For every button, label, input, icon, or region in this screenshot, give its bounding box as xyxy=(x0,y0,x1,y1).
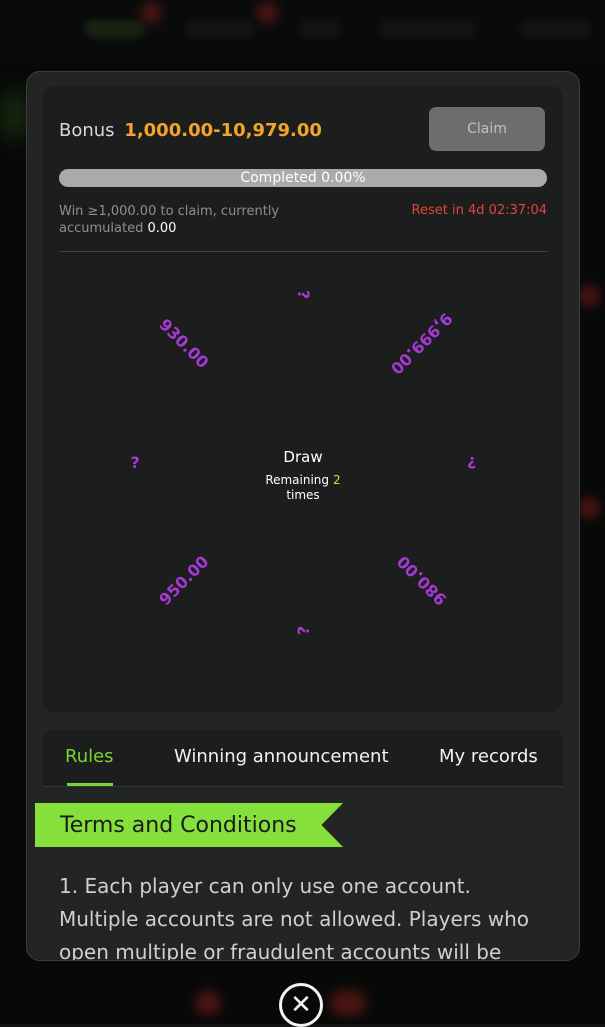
wheel-segment: 980.00 xyxy=(393,552,451,610)
accumulated-amount: 0.00 xyxy=(147,221,177,236)
bonus-label: Bonus xyxy=(59,120,115,141)
tab-rules[interactable]: Rules xyxy=(65,746,114,767)
remaining-label: Remaining xyxy=(265,473,330,487)
wheel-segment: ? xyxy=(130,452,140,472)
progress-bar: Completed 0.00% xyxy=(59,169,547,187)
terms-banner: Terms and Conditions xyxy=(35,803,343,847)
claim-button[interactable]: Claim xyxy=(429,107,545,151)
close-icon[interactable]: ✕ xyxy=(279,983,323,1027)
info-section: Rules Winning announcement My records Te… xyxy=(35,730,563,961)
wheel-segment: ? xyxy=(293,625,313,635)
progress-text: Completed 0.00% xyxy=(240,170,366,186)
wheel-segment: ? xyxy=(466,452,476,472)
remaining-draws: Remaining 2 times xyxy=(43,473,563,503)
tab-winning-announcement[interactable]: Winning announcement xyxy=(174,746,389,767)
wheel-segment: ? xyxy=(293,289,313,299)
remaining-unit: times xyxy=(286,488,320,502)
prize-wheel[interactable]: Draw Remaining 2 times ? 9,999.00? 980.00? 9… xyxy=(43,252,563,682)
wheel-segment: 950.00 xyxy=(155,552,213,610)
draw-title: Draw xyxy=(283,448,323,466)
bonus-row: Bonus 1,000.00-10,979.00 xyxy=(59,120,322,141)
bonus-range: 1,000.00-10,979.00 xyxy=(124,120,322,141)
tab-my-records[interactable]: My records xyxy=(439,746,538,767)
wheel-segment: 9,999.00 xyxy=(387,308,457,378)
win-requirement: Win ≥1,000.00 to claim, currently accumu… xyxy=(59,203,299,237)
active-tab-indicator xyxy=(67,783,113,786)
remaining-count: 2 xyxy=(333,473,341,487)
tab-bar: Rules Winning announcement My records xyxy=(43,730,563,787)
terms-title: Terms and Conditions xyxy=(60,812,297,838)
reset-countdown: Reset in 4d 02:37:04 xyxy=(411,203,547,218)
bonus-card: Bonus 1,000.00-10,979.00 Claim Completed… xyxy=(43,86,563,712)
wheel-segment: 930.00 xyxy=(155,314,213,372)
rules-text: 1. Each player can only use one account.… xyxy=(59,874,530,961)
bonus-modal: Bonus 1,000.00-10,979.00 Claim Completed… xyxy=(26,71,580,961)
